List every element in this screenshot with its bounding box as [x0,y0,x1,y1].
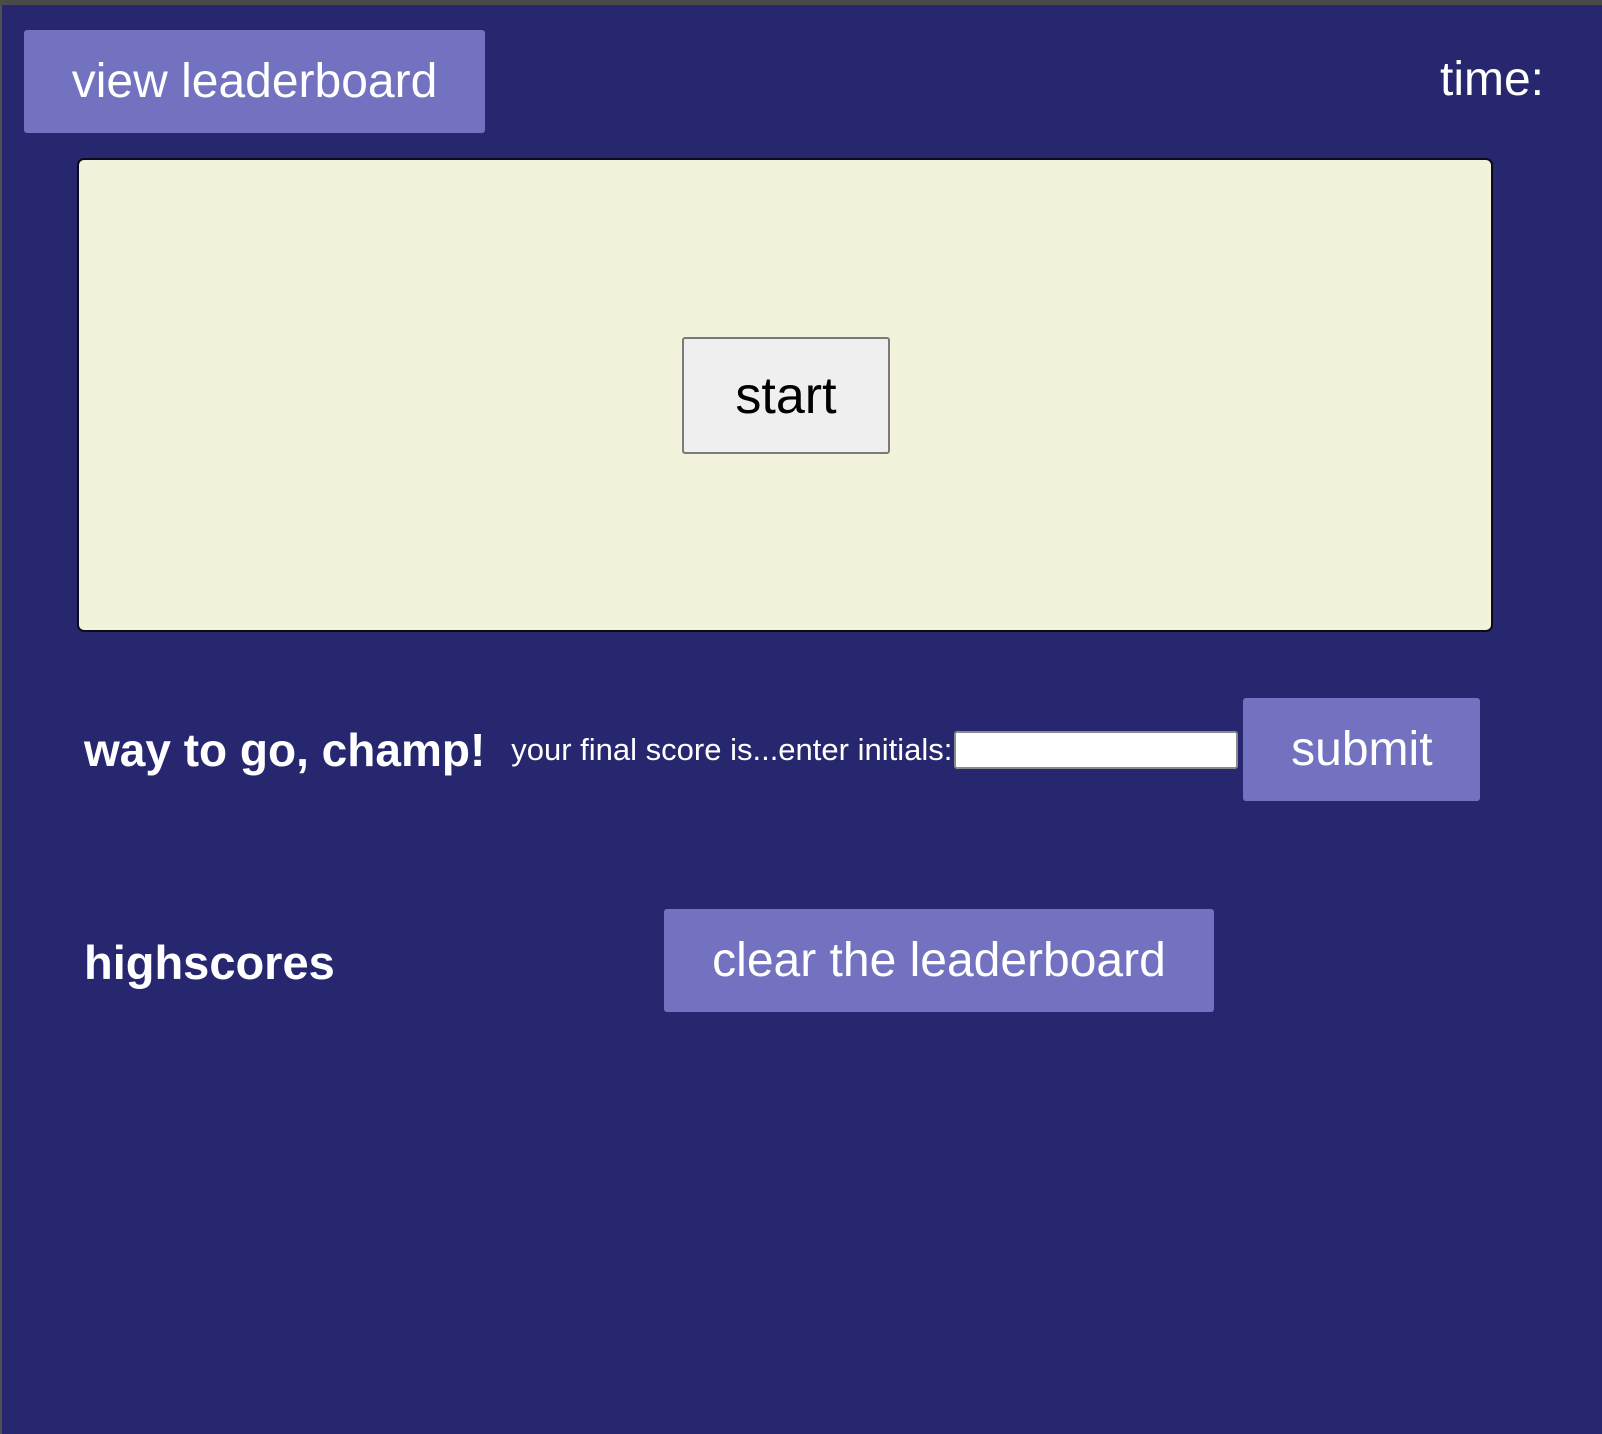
timer-label: time: [1440,53,1545,106]
quiz-panel: start [77,158,1493,632]
highscores-heading: highscores [84,936,335,989]
clear-leaderboard-button[interactable]: clear the leaderboard [664,909,1214,1012]
final-score-label: your final score is...enter initials: [511,731,953,767]
submit-button[interactable]: submit [1243,698,1481,801]
window-left-border [0,5,2,1434]
initials-input[interactable] [954,730,1239,769]
start-button[interactable]: start [682,337,890,454]
view-leaderboard-button[interactable]: view leaderboard [24,30,485,133]
window-top-border [0,0,1602,5]
result-heading: way to go, champ! [84,723,486,776]
result-form: way to go, champ! your final score is...… [84,698,1481,801]
